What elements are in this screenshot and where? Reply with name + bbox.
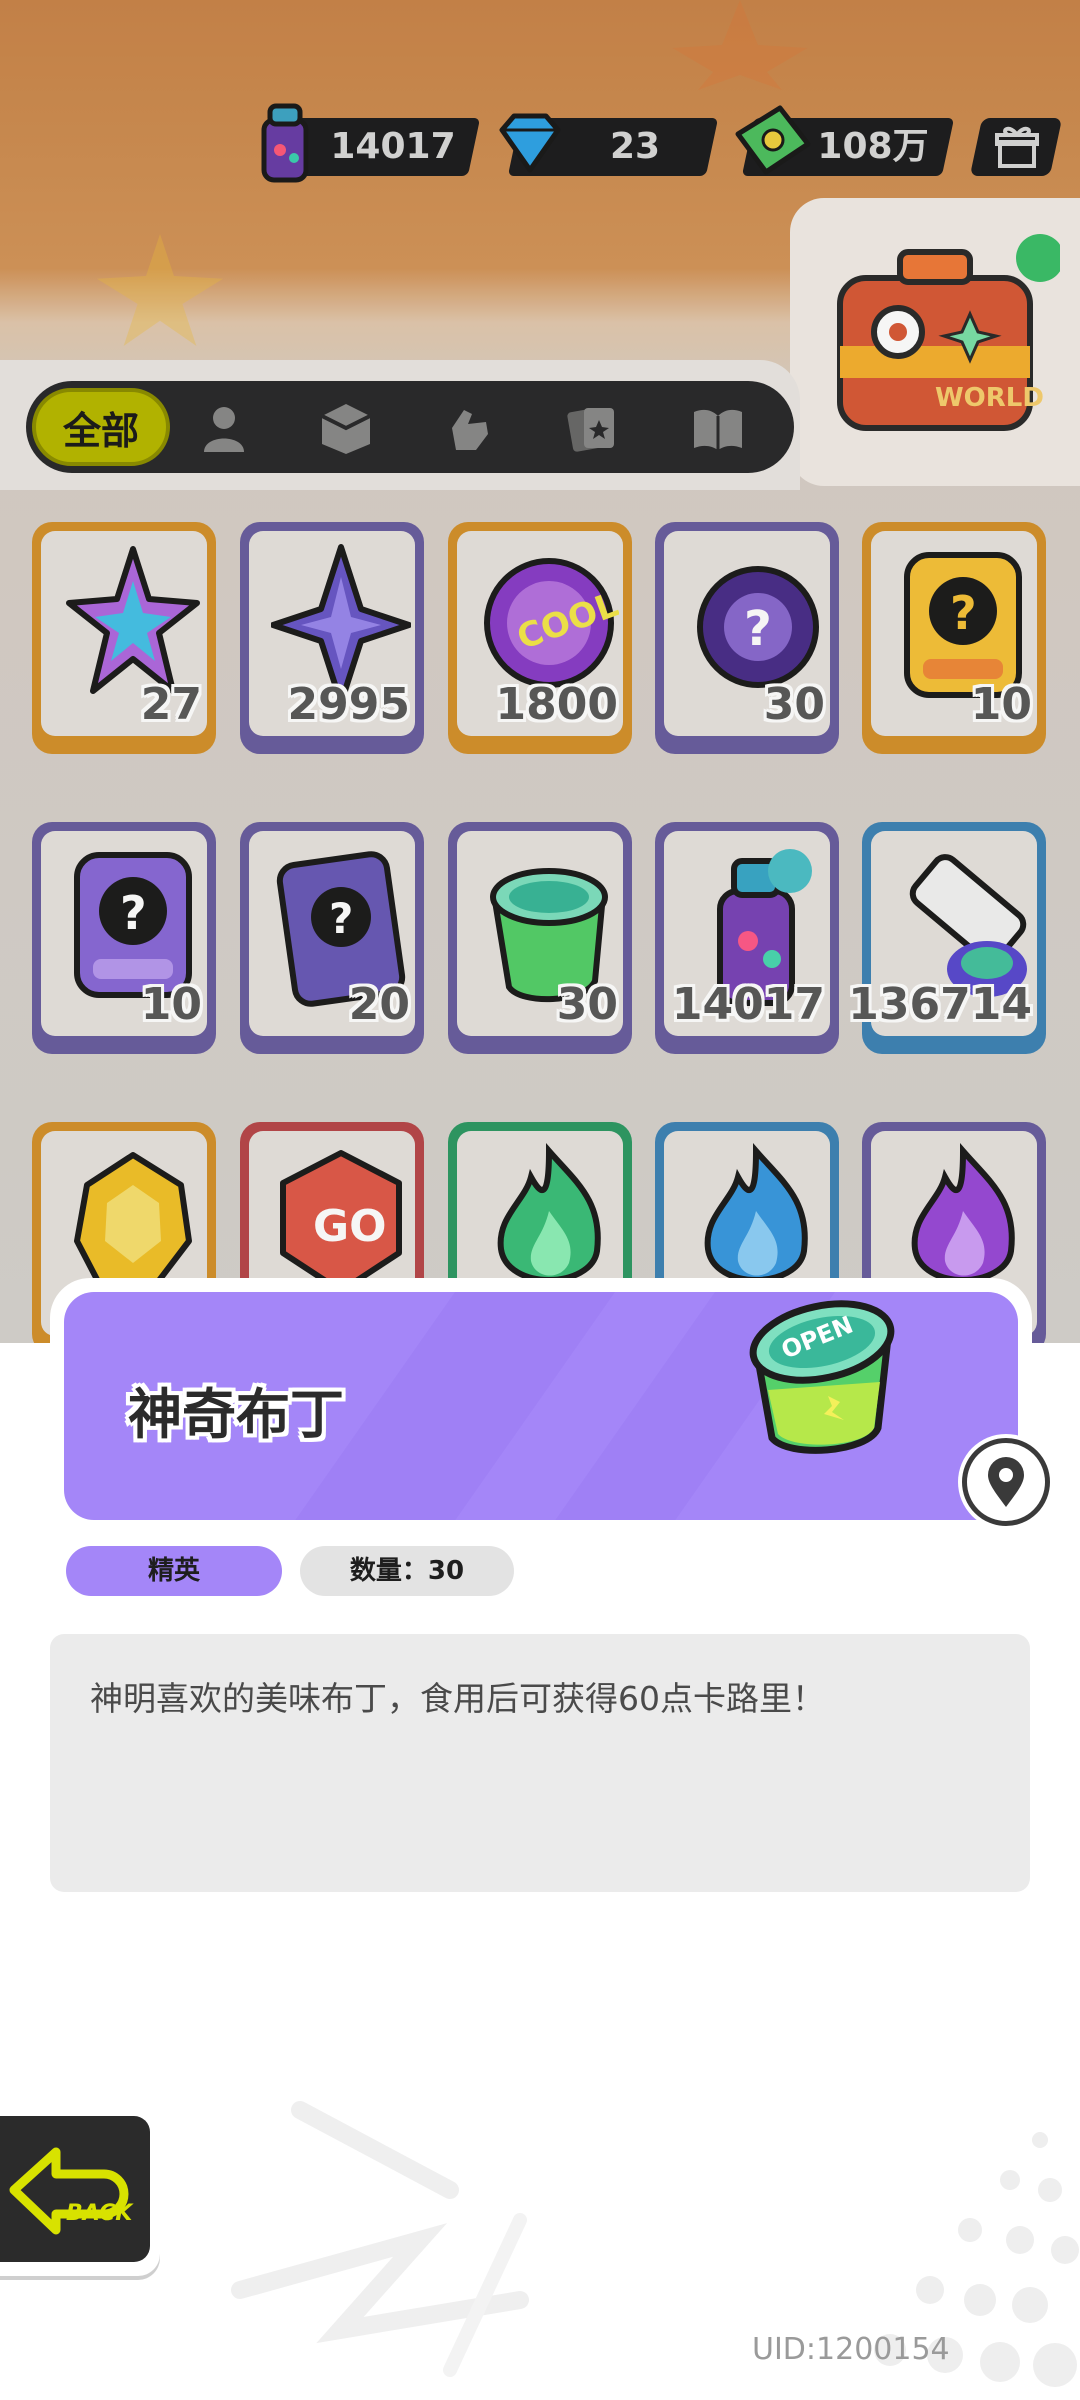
item-description: 神明喜欢的美味布丁，食用后可获得60点卡路里！: [90, 1679, 825, 1718]
svg-text:?: ?: [120, 886, 147, 940]
item-slot[interactable]: ? 10: [862, 522, 1046, 754]
svg-text:GO: GO: [313, 1201, 387, 1252]
item-count: 10: [140, 979, 202, 1030]
item-count: 2995: [287, 679, 410, 730]
pudding-icon: OPEN: [749, 1300, 895, 1454]
back-arrow-icon: BACK: [9, 2147, 134, 2235]
svg-text:?: ?: [744, 601, 772, 657]
hand-icon[interactable]: [442, 400, 498, 456]
spray-can-icon: [261, 103, 309, 183]
tab-all[interactable]: 全部: [32, 388, 170, 466]
world-card[interactable]: WORLD: [790, 198, 1080, 486]
box-icon[interactable]: [318, 400, 374, 456]
currency-value: 14017: [330, 126, 456, 167]
back-button[interactable]: BACK: [0, 2108, 160, 2276]
item-count: 30: [556, 979, 618, 1030]
back-label: BACK: [66, 2201, 134, 2226]
item-slot[interactable]: 2995: [240, 522, 424, 754]
background-swoosh-decoration: [231, 2101, 529, 2377]
svg-text:?: ?: [950, 586, 977, 640]
cards-icon[interactable]: [564, 400, 620, 456]
item-slot[interactable]: COOL 1800: [448, 522, 632, 754]
background-star-decoration: [672, 0, 808, 90]
item-count: 10: [970, 679, 1032, 730]
item-count: 27: [140, 679, 202, 730]
item-count: 30: [763, 679, 825, 730]
rarity-badge: 精英: [66, 1546, 282, 1596]
travel-suitcase-icon: WORLD: [837, 234, 1060, 431]
item-name: 神奇布丁: [128, 1383, 344, 1446]
item-slot[interactable]: ? 10: [32, 822, 216, 1054]
item-slot[interactable]: 30: [448, 822, 632, 1054]
item-count: 1800: [495, 679, 618, 730]
background-star-decoration: [97, 234, 223, 346]
person-icon[interactable]: [196, 400, 252, 456]
diamond-icon: [499, 113, 561, 173]
item-slot[interactable]: 27: [32, 522, 216, 754]
item-count: 14017: [671, 979, 825, 1030]
item-count: 136714: [848, 979, 1032, 1030]
gift-icon: [995, 126, 1039, 168]
user-id: UID:1200154: [752, 2332, 950, 2367]
svg-text:?: ?: [329, 894, 353, 943]
book-icon[interactable]: [690, 400, 746, 456]
banknote-icon: [735, 105, 811, 175]
locate-button[interactable]: [962, 1438, 1050, 1526]
item-count: 20: [348, 979, 410, 1030]
location-pin-icon: [988, 1457, 1024, 1507]
item-slot[interactable]: ? 30: [655, 522, 839, 754]
item-slot[interactable]: 14017: [655, 822, 839, 1054]
item-slot[interactable]: 136714: [848, 822, 1046, 1054]
quantity-badge: 数量：30: [300, 1546, 514, 1596]
inventory-screen: 14017 23 108万 WORLD 全部 27 2995 COOL 1800…: [0, 0, 1080, 1343]
world-card-label: WORLD: [935, 383, 1044, 413]
currency-value: 108万: [817, 126, 929, 167]
item-slot[interactable]: ? 20: [240, 822, 424, 1054]
currency-value: 23: [609, 126, 661, 167]
